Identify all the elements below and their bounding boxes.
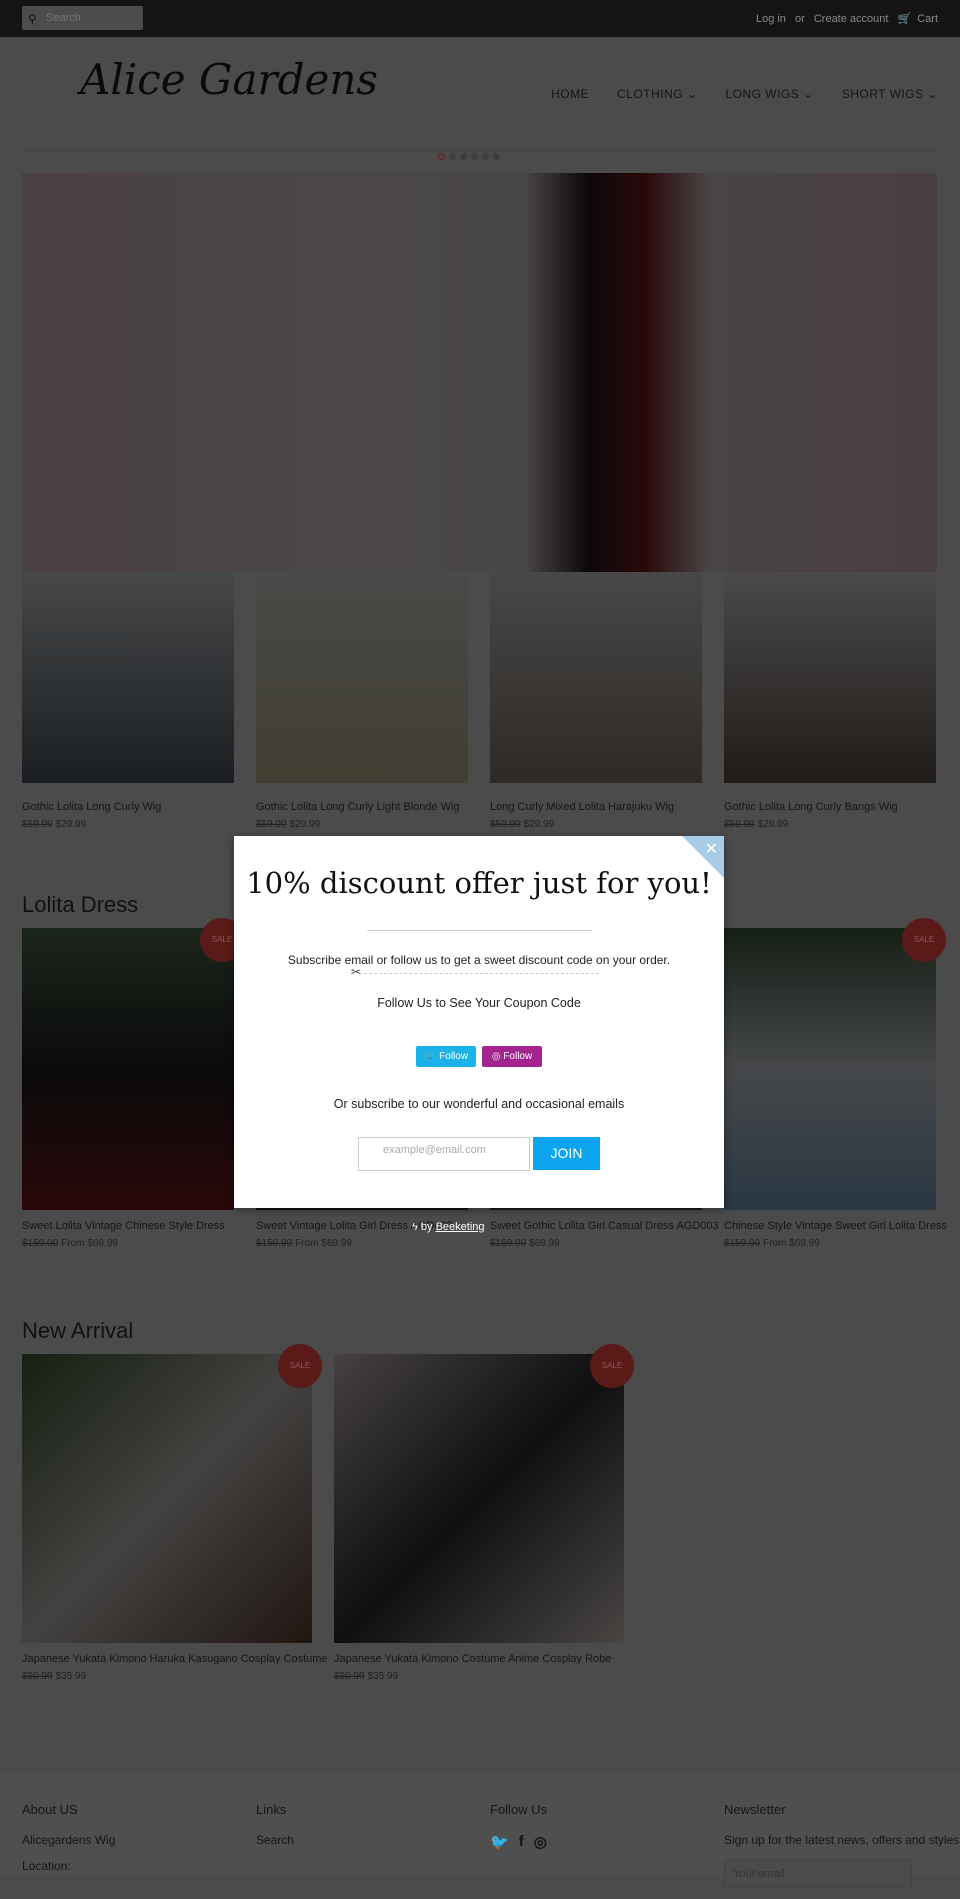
slide-dot[interactable]: [471, 153, 478, 160]
nav-short-wigs[interactable]: SHORT WIGS ⌄: [842, 87, 938, 101]
slide-dot[interactable]: [482, 153, 489, 160]
product-price: $80.99 $35.99: [334, 1671, 399, 1682]
close-icon[interactable]: ✕: [705, 839, 718, 859]
product-card[interactable]: SALE Sweet Lolita Vintage Chinese Style D…: [22, 918, 244, 1249]
product-title[interactable]: Long Curly Mixed Lolita Harajuku Wig: [490, 801, 702, 813]
footer-heading: Links: [256, 1802, 287, 1817]
product-price: $59.99 $29.99: [256, 819, 321, 830]
section-heading: New Arrival: [22, 1318, 134, 1343]
nav-clothing[interactable]: CLOTHING ⌄: [617, 87, 697, 101]
nav-home[interactable]: HOME: [551, 87, 589, 101]
instagram-follow-button[interactable]: ◎ Follow: [482, 1046, 542, 1067]
account-links: Log in or Create account 🛒 Cart: [755, 13, 938, 25]
product-price: $59.99 $29.99: [724, 819, 789, 830]
sale-badge: SALE: [590, 1344, 634, 1388]
product-image[interactable]: [724, 573, 936, 783]
instagram-icon[interactable]: ◎: [534, 1833, 547, 1851]
slide-dot[interactable]: [438, 153, 445, 160]
slide-dot[interactable]: [460, 153, 467, 160]
product-price: $159.99 From $69.99: [256, 1238, 352, 1249]
slide-dot[interactable]: [449, 153, 456, 160]
product-card[interactable]: Gothic Lolita Long Curly Light Blonde Wi…: [256, 573, 468, 830]
search-icon: ⚲: [28, 12, 37, 26]
slide-dot[interactable]: [493, 153, 500, 160]
product-image[interactable]: SALE: [724, 918, 946, 1210]
product-card[interactable]: SALE Japanese Yukata Kimono Costume Anime…: [334, 1344, 634, 1682]
footer-text: Location:: [22, 1859, 71, 1873]
bolt-icon: ϟ: [412, 1221, 421, 1233]
cart-icon[interactable]: 🛒: [898, 13, 912, 25]
nav-long-wigs[interactable]: LONG WIGS ⌄: [725, 87, 813, 101]
discount-popup: ✕ 10% discount offer just for you! Subsc…: [234, 836, 724, 1208]
product-title[interactable]: Gothic Lolita Long Curly Wig: [22, 801, 234, 813]
create-account-link[interactable]: Create account: [814, 13, 889, 25]
twitter-icon: 🐦: [423, 1051, 440, 1062]
logo[interactable]: Alice Gardens: [80, 55, 378, 104]
footer: About US Alicegardens Wig Location: Links S…: [0, 1774, 960, 1887]
product-price: $80.99 $35.99: [22, 1671, 87, 1682]
product-image[interactable]: [22, 573, 234, 783]
twitter-follow-button[interactable]: 🐦 Follow: [416, 1046, 476, 1067]
product-card[interactable]: Gothic Lolita Long Curly Bangs Wig $59.99…: [724, 573, 936, 830]
scissors-icon: ✂: [351, 965, 362, 979]
join-button[interactable]: JOIN: [533, 1137, 600, 1170]
divider: [22, 150, 937, 151]
footer-text: Alicegardens Wig: [22, 1833, 116, 1847]
footer-heading: Follow Us: [490, 1802, 548, 1817]
product-card[interactable]: SALE Japanese Yukata Kimono Haruka Kasuga…: [22, 1344, 328, 1682]
product-image[interactable]: SALE: [334, 1344, 634, 1643]
facebook-icon[interactable]: f: [519, 1833, 524, 1851]
top-bar: ⚲ Search Log in or Create account 🛒 Cart: [0, 0, 960, 37]
product-title[interactable]: Chinese Style Vintage Sweet Girl Lolita …: [724, 1220, 947, 1232]
beeketing-link[interactable]: Beeketing: [436, 1221, 485, 1233]
cart-link[interactable]: Cart: [917, 13, 938, 25]
slider-dots: [438, 153, 500, 160]
follow-text: Follow Us to See Your Coupon Code: [377, 996, 581, 1010]
search-input[interactable]: ⚲ Search: [22, 6, 143, 30]
product-card[interactable]: Gothic Lolita Long Curly Wig $59.99 $29.99: [22, 573, 234, 830]
popup-title: 10% discount offer just for you!: [246, 866, 712, 900]
product-price: $159.99 $69.99: [490, 1238, 560, 1249]
product-title[interactable]: Japanese Yukata Kimono Haruka Kasugano C…: [22, 1653, 328, 1665]
twitter-icon[interactable]: 🐦: [490, 1833, 509, 1851]
product-price: $59.99 $29.99: [490, 819, 555, 830]
product-image[interactable]: SALE: [22, 1344, 322, 1643]
product-image[interactable]: [490, 573, 702, 783]
product-title[interactable]: Gothic Lolita Long Curly Light Blonde Wi…: [256, 801, 468, 813]
footer-heading: About US: [22, 1802, 78, 1817]
product-card[interactable]: SALE Chinese Style Vintage Sweet Girl Lol…: [724, 918, 947, 1249]
product-card[interactable]: Long Curly Mixed Lolita Harajuku Wig $59.…: [490, 573, 702, 830]
footer-heading: Newsletter: [724, 1802, 786, 1817]
product-title[interactable]: Sweet Lolita Vintage Chinese Style Dress: [22, 1220, 234, 1232]
popup-subtitle: Subscribe email or follow us to get a sw…: [287, 953, 671, 967]
main-nav: HOME CLOTHING ⌄ LONG WIGS ⌄ SHORT WIGS ⌄: [551, 87, 938, 101]
footer-link-search[interactable]: Search: [256, 1833, 294, 1847]
product-image[interactable]: [256, 573, 468, 783]
footer-text: Sign up for the latest news, offers and …: [724, 1833, 960, 1847]
newsletter-email-input[interactable]: Your email: [724, 1859, 912, 1887]
login-link[interactable]: Log in: [756, 13, 786, 25]
product-price: $159.00 From $69.99: [22, 1238, 118, 1249]
instagram-icon: ◎: [491, 1051, 504, 1062]
section-heading: Lolita Dress: [22, 892, 139, 917]
subscribe-text: Or subscribe to our wonderful and occasi…: [333, 1097, 625, 1111]
hero-banner[interactable]: [22, 173, 937, 572]
divider: [366, 930, 592, 931]
product-price: $59.99 $29.99: [22, 819, 87, 830]
product-price: $159.99 From $69.99: [724, 1238, 820, 1249]
product-title[interactable]: Gothic Lolita Long Curly Bangs Wig: [724, 801, 936, 813]
sale-badge: SALE: [902, 918, 946, 962]
product-image[interactable]: SALE: [22, 918, 244, 1210]
popup-email-input[interactable]: example@email.com: [358, 1137, 530, 1171]
product-title[interactable]: Sweet Gothic Lolita Girl Casual Dress AG…: [490, 1220, 719, 1232]
product-title[interactable]: Japanese Yukata Kimono Costume Anime Cos…: [334, 1653, 624, 1665]
powered-by: ϟ by Beeketing: [412, 1221, 485, 1233]
coupon-cut-line: ✂: [351, 965, 599, 979]
sale-badge: SALE: [278, 1344, 322, 1388]
